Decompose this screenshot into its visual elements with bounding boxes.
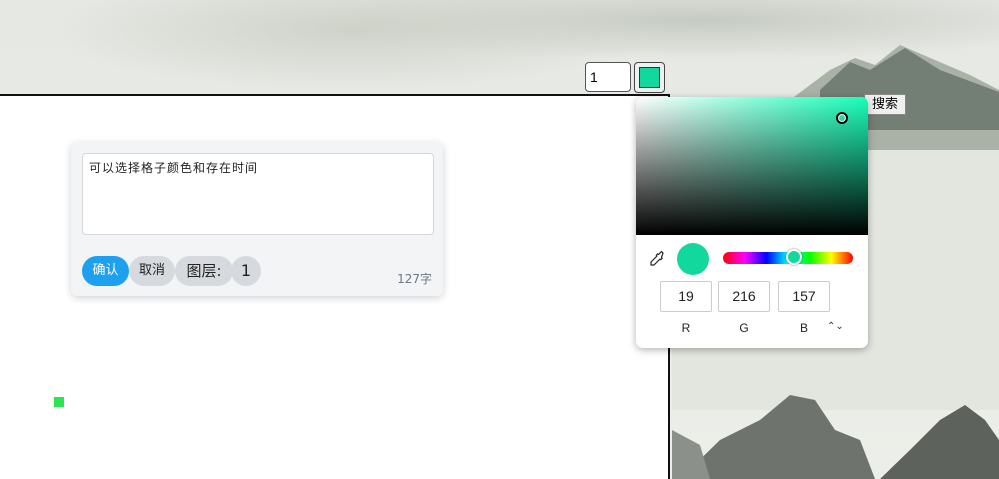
- grid-cell[interactable]: [54, 397, 64, 407]
- red-input[interactable]: 19: [660, 281, 712, 312]
- blue-label: B: [799, 321, 808, 335]
- char-count: 127字: [397, 272, 432, 286]
- red-label: R: [681, 321, 691, 335]
- eyedropper-icon[interactable]: [648, 250, 666, 268]
- blue-input[interactable]: 157: [778, 281, 830, 312]
- layer-label: 图层:: [175, 256, 233, 286]
- saturation-value-area[interactable]: [636, 97, 868, 235]
- search-button[interactable]: 搜索: [864, 94, 906, 115]
- cancel-button[interactable]: 取消: [129, 256, 175, 286]
- green-label: G: [739, 321, 749, 335]
- hue-handle[interactable]: [786, 249, 802, 265]
- layer-input[interactable]: 1: [585, 62, 631, 92]
- color-preview: [677, 243, 709, 275]
- selected-color-swatch: [639, 67, 660, 88]
- color-picker-panel: 19 216 157 R G B ⌃⌄: [636, 97, 868, 348]
- layer-number-badge[interactable]: 1: [231, 256, 261, 286]
- up-down-arrow-icon[interactable]: ⌃⌄: [827, 321, 844, 332]
- saturation-handle[interactable]: [836, 112, 848, 124]
- color-picker-button[interactable]: [634, 62, 665, 93]
- confirm-button[interactable]: 确认: [82, 256, 129, 286]
- cell-edit-dialog: 确认 取消 图层: 1 127字: [71, 142, 443, 296]
- cell-text-input[interactable]: [82, 153, 434, 235]
- green-input[interactable]: 216: [718, 281, 770, 312]
